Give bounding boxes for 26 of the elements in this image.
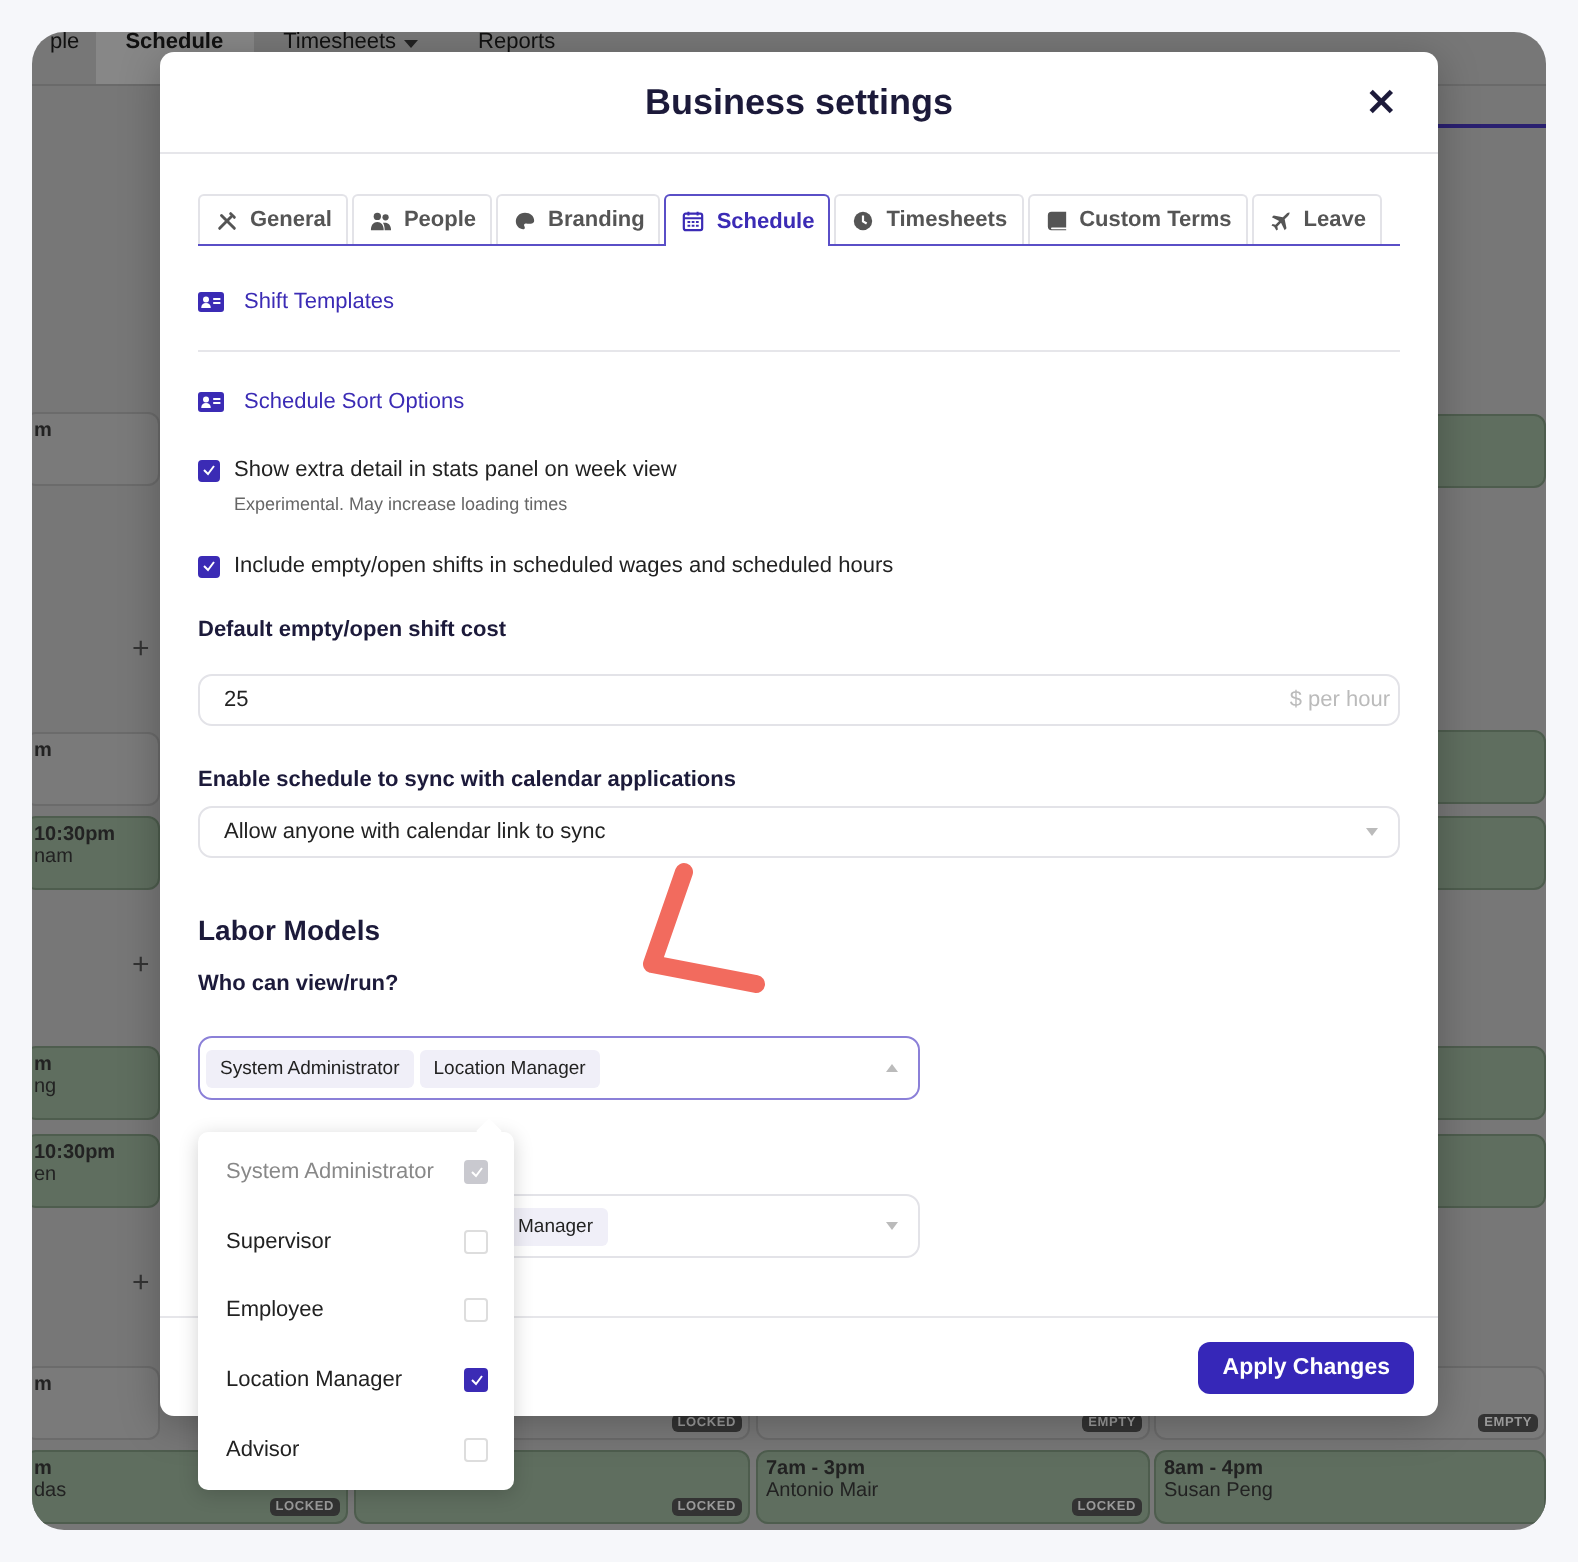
field-label: Enable schedule to sync with calendar applications <box>198 768 736 792</box>
field-label: Who can view/run? <box>198 972 399 996</box>
shift-employee: Antonio Mair <box>766 1480 879 1502</box>
shift-time: m <box>34 1054 52 1076</box>
unit-suffix: $ per hour <box>1289 688 1390 712</box>
option-hint: Experimental. May increase loading times <box>234 494 570 514</box>
shift-time: 10:30pm <box>34 1142 116 1164</box>
shift-time: m <box>34 1458 52 1480</box>
shift-employee: nam <box>34 846 73 868</box>
shift-employee: en <box>34 1164 57 1186</box>
shift-employee: das <box>34 1480 67 1502</box>
role-tag: Location Manager <box>419 1049 600 1087</box>
shift-time: 7am - 3pm <box>766 1458 865 1480</box>
shift-time: m <box>34 1374 52 1396</box>
shift-employee: Susan Peng <box>1164 1480 1273 1502</box>
shift-time: 10:30pm <box>34 824 116 846</box>
option-label: Show extra detail in stats panel on week view <box>234 458 677 482</box>
field-label: Default empty/open shift cost <box>198 618 507 642</box>
shift-time: m <box>34 740 52 762</box>
option-label: Include empty/open shifts in scheduled wages and scheduled hours <box>234 554 894 578</box>
section-heading: Labor Models <box>198 914 381 946</box>
role-tag: System Administrator <box>206 1049 414 1087</box>
shift-time: m <box>34 420 52 442</box>
dialog-title: Business settings <box>644 81 954 123</box>
shift-time: 8am - 4pm <box>1164 1458 1263 1480</box>
shift-employee: ng <box>34 1076 57 1098</box>
